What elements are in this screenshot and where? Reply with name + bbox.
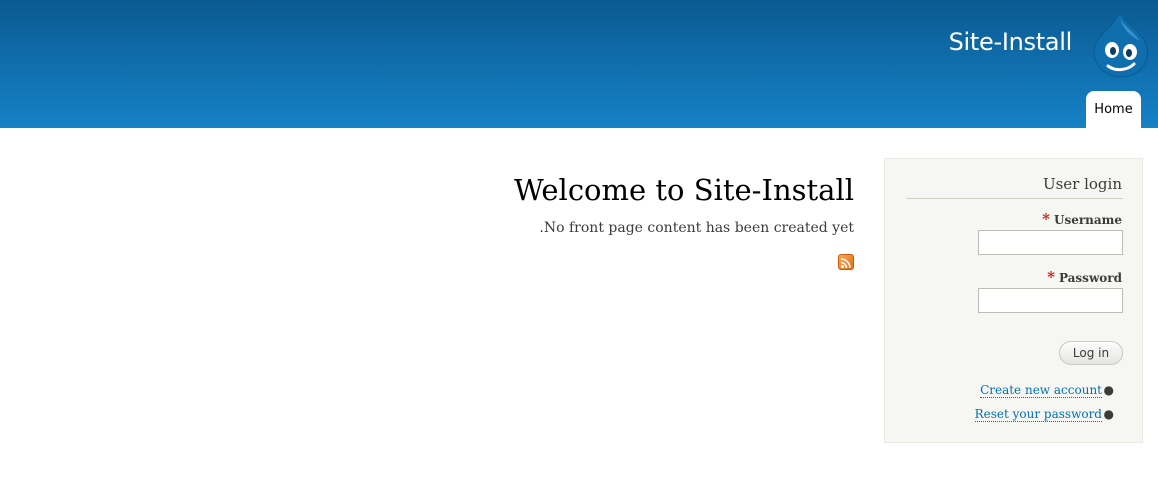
login-button[interactable]: Log in [1059,341,1123,365]
username-label-text: Username [1053,213,1122,227]
list-item: Reset your password ● [974,405,1114,429]
site-name-link[interactable]: Site-Install [949,26,1073,58]
required-marker: * [1047,268,1055,286]
bullet-icon: ● [1103,407,1114,421]
password-label: * Password [1047,269,1122,286]
username-input[interactable] [978,230,1123,255]
create-account-link[interactable]: Create new account [980,383,1102,398]
block-title: User login [1042,175,1122,193]
tab-home[interactable]: Home [1086,91,1141,128]
empty-front-page-message: .No front page content has been created … [539,220,854,236]
required-marker: * [1042,210,1050,228]
password-label-text: Password [1058,271,1122,285]
username-label: * Username [1042,211,1122,228]
page-title: Welcome to Site-Install [513,173,854,207]
site-header: Site-Install Home [0,0,1158,128]
rss-feed-icon[interactable] [838,254,854,270]
reset-password-link[interactable]: Reset your password [974,407,1102,422]
block-divider [906,198,1123,199]
user-login-block: User login * Username * Password Log in Cr… [884,158,1143,443]
list-item: Create new account ● [975,381,1114,405]
password-input[interactable] [978,288,1123,313]
user-links-list: Create new account ● Reset your password… [974,381,1114,429]
bullet-icon: ● [1103,383,1114,397]
drupal-drop-icon[interactable] [1090,10,1152,78]
